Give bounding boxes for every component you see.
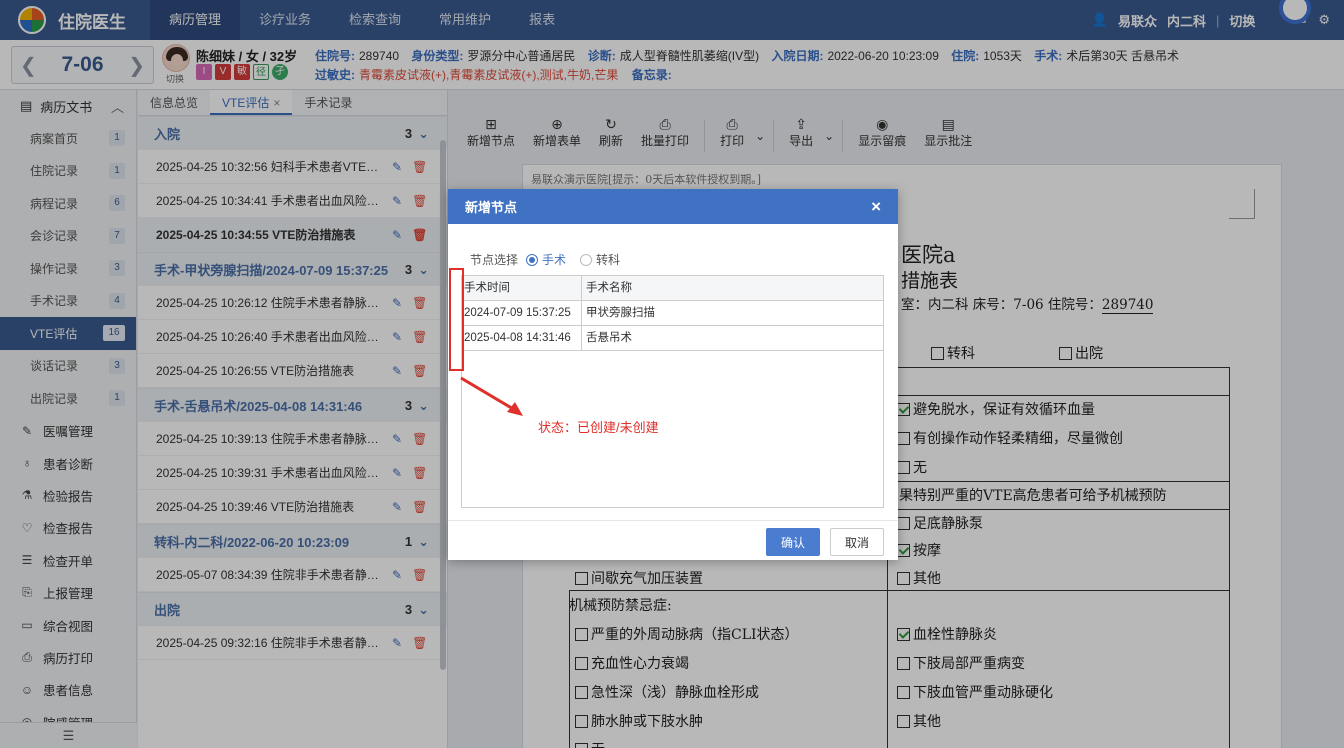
- radio-label-transfer[interactable]: 转科: [596, 251, 620, 268]
- cell-surgery-time: 2024-07-09 15:37:25: [462, 301, 582, 325]
- annotation-highlight-box: [449, 268, 464, 371]
- radio-label-surgery[interactable]: 手术: [542, 251, 566, 268]
- radio-surgery[interactable]: [526, 253, 539, 266]
- table-row[interactable]: 2025-04-08 14:31:46 舌悬吊术: [462, 326, 883, 351]
- cell-surgery-time: 2025-04-08 14:31:46: [462, 326, 582, 350]
- cell-surgery-name: 甲状旁腺扫描: [586, 307, 655, 319]
- confirm-button[interactable]: 确认: [766, 528, 820, 556]
- dialog-title: 新增节点: [465, 200, 518, 215]
- annotation-arrow-icon: [460, 376, 523, 416]
- table-header-row: 手术时间 手术名称: [462, 276, 883, 301]
- dialog-footer: 确认 取消: [448, 520, 898, 560]
- table-row[interactable]: 2024-07-09 15:37:25 甲状旁腺扫描: [462, 301, 883, 326]
- node-select-label: 节点选择: [470, 253, 519, 267]
- close-icon[interactable]: ×: [871, 197, 881, 217]
- cancel-button[interactable]: 取消: [830, 528, 884, 556]
- node-type-selector: 节点选择 手术 转科: [470, 251, 620, 268]
- annotation-text: 状态：已创建/未创建: [538, 420, 659, 435]
- dialog-header: 新增节点 ×: [448, 189, 898, 224]
- column-header: 手术时间: [462, 276, 582, 300]
- cell-surgery-name: 舌悬吊术: [586, 332, 632, 344]
- radio-transfer[interactable]: [580, 253, 593, 266]
- column-header: 手术名称: [586, 282, 632, 294]
